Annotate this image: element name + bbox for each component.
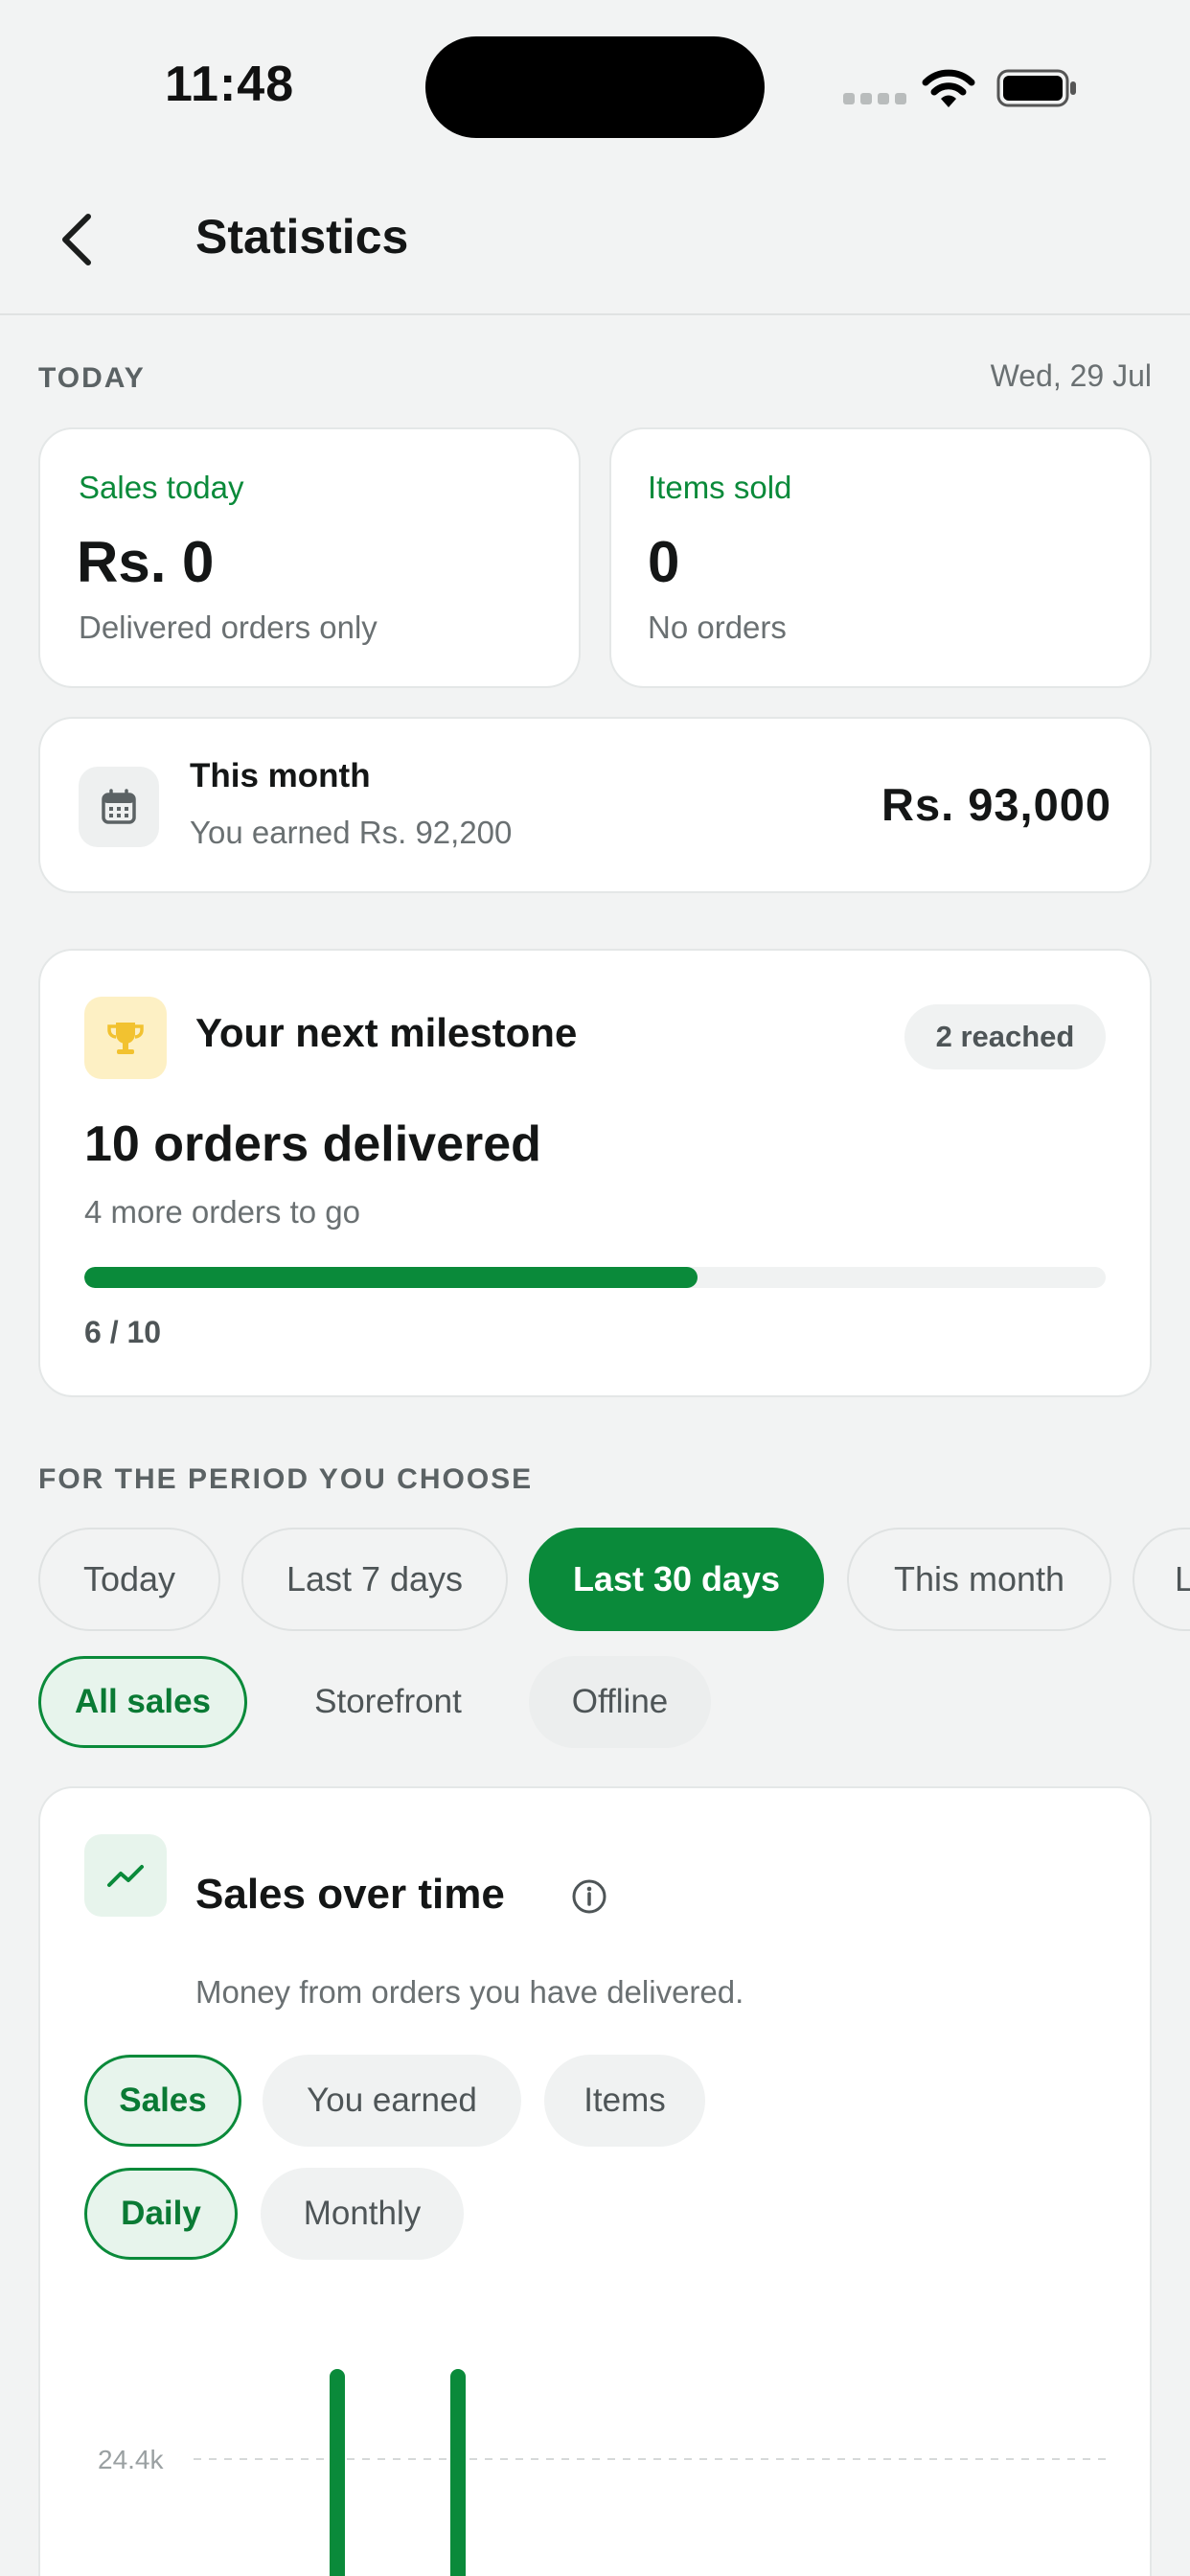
sales-today-card[interactable]: Sales today Rs. 0 Delivered orders only [38, 427, 581, 688]
chart-bar[interactable] [330, 2369, 345, 2576]
this-month-total: Rs. 93,000 [881, 779, 1111, 830]
back-arrow-icon[interactable] [56, 211, 98, 268]
milestone-reached-badge: 2 reached [904, 1004, 1106, 1070]
this-month-earned: You earned Rs. 92,200 [190, 815, 513, 850]
channel-chip-offline[interactable]: Offline [529, 1656, 711, 1748]
milestone-goal: 10 orders delivered [84, 1116, 541, 1172]
battery-icon [996, 69, 1076, 107]
y-tick-label: 24.4k [98, 2445, 164, 2474]
info-icon[interactable] [571, 1878, 607, 1915]
metric-chip-sales[interactable]: Sales [84, 2055, 241, 2147]
milestone-progress-bar [84, 1267, 1106, 1288]
sales-today-value: Rs. 0 [77, 530, 215, 594]
wifi-icon [922, 69, 975, 107]
milestone-progress-text: 6 / 10 [84, 1315, 162, 1349]
metric-chip-items[interactable]: Items [544, 2055, 705, 2147]
this-month-title: This month [190, 757, 371, 794]
items-sold-note: No orders [648, 610, 787, 645]
calendar-icon-box [79, 767, 159, 847]
granularity-chip-monthly[interactable]: Monthly [261, 2168, 464, 2260]
sales-chart: 24.4k [98, 2369, 1106, 2576]
sales-card-title: Sales over time [195, 1871, 505, 1918]
trend-up-icon [107, 1865, 144, 1887]
header-divider [0, 313, 1190, 315]
trend-icon-box [84, 1834, 167, 1917]
sales-today-label: Sales today [79, 470, 244, 505]
range-chip-last-30-days[interactable]: Last 30 days [529, 1528, 824, 1631]
items-sold-value: 0 [648, 530, 680, 594]
dynamic-island [425, 36, 765, 138]
status-time: 11:48 [165, 57, 295, 112]
range-chip-today[interactable]: Today [38, 1528, 220, 1631]
cellular-signal-icon [843, 93, 906, 104]
granularity-chip-daily[interactable]: Daily [84, 2168, 238, 2260]
range-chip-this-month[interactable]: This month [847, 1528, 1111, 1631]
items-sold-card[interactable]: Items sold 0 No orders [609, 427, 1152, 688]
milestone-remaining: 4 more orders to go [84, 1194, 360, 1230]
metric-chip-you-earned[interactable]: You earned [263, 2055, 521, 2147]
milestone-progress-fill [84, 1267, 698, 1288]
trophy-icon [107, 1023, 144, 1054]
today-date: Wed, 29 Jul [990, 358, 1152, 393]
chart-bar[interactable] [450, 2369, 466, 2576]
sales-card-subtitle: Money from orders you have delivered. [195, 1974, 744, 2010]
sales-today-note: Delivered orders only [79, 610, 378, 645]
channel-chip-storefront[interactable]: Storefront [268, 1656, 508, 1748]
period-section-label: FOR THE PERIOD YOU CHOOSE [38, 1463, 534, 1495]
trophy-icon-box [84, 997, 167, 1079]
today-section-label: TODAY [38, 362, 146, 394]
range-chip-more[interactable]: L [1133, 1528, 1190, 1631]
milestone-title: Your next milestone [195, 1010, 578, 1055]
calendar-icon [102, 789, 136, 824]
items-sold-label: Items sold [648, 470, 792, 505]
range-chip-last-7-days[interactable]: Last 7 days [241, 1528, 508, 1631]
page-title: Statistics [195, 210, 409, 264]
channel-chip-all-sales[interactable]: All sales [38, 1656, 247, 1748]
